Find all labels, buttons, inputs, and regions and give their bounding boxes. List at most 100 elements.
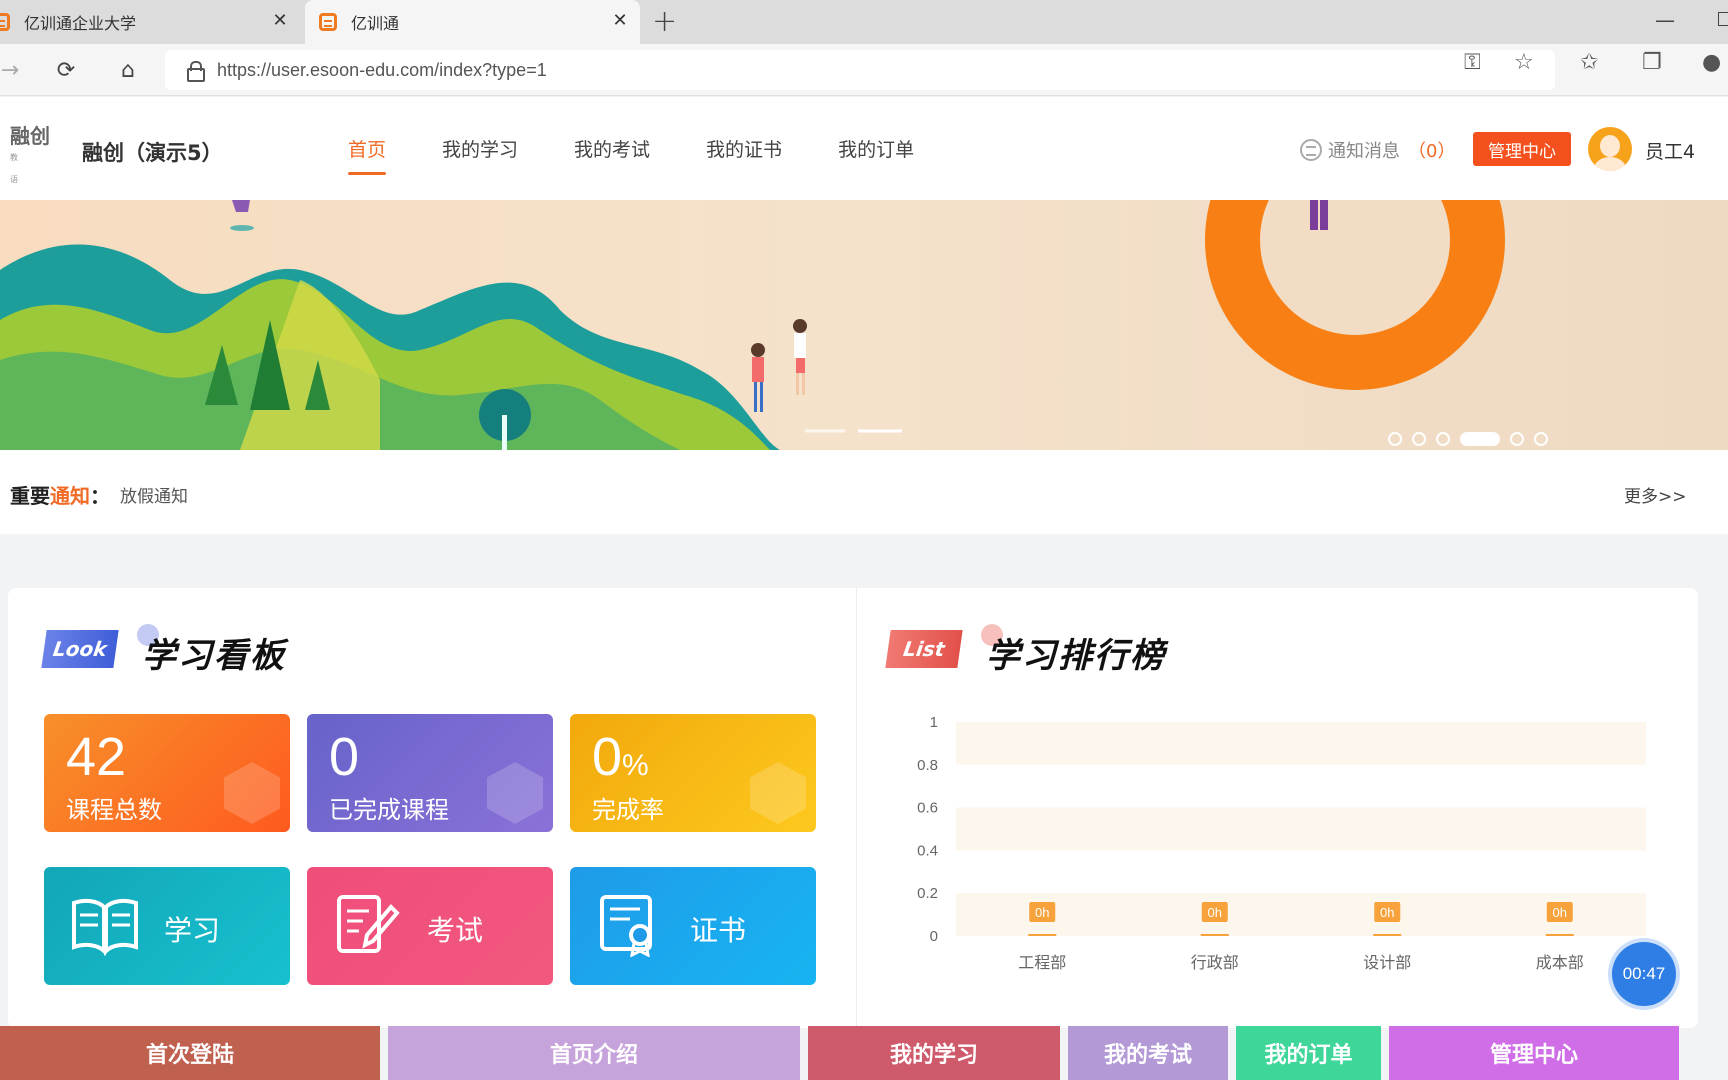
data-label: 0h	[1208, 905, 1222, 920]
exam-icon	[337, 895, 400, 953]
notice-item-link[interactable]: 放假通知	[120, 482, 188, 507]
banner-carousel[interactable]	[0, 200, 1728, 450]
nav-my-learning[interactable]: 我的学习	[442, 135, 518, 175]
admin-center-button[interactable]: 管理中心	[1473, 132, 1571, 166]
guide-button[interactable]: 管理中心	[1389, 1026, 1679, 1080]
browser-tab-title: 亿训通企业大学	[24, 14, 137, 33]
stat-completion-rate[interactable]: 0% 完成率	[570, 714, 816, 832]
data-label: 0h	[1553, 905, 1567, 920]
carousel-dots	[1388, 432, 1558, 446]
notice-title-part: 重要	[10, 484, 50, 508]
guide-button[interactable]: 首次登陆	[0, 1026, 380, 1080]
stat-value: 0%	[592, 727, 649, 787]
y-tick-label: 0	[930, 928, 938, 945]
data-label: 0h	[1380, 905, 1394, 920]
nav-my-certificates[interactable]: 我的证书	[706, 135, 782, 175]
site-header: 融创 教 语 融创（演示5） 首页 我的学习 我的考试 我的证书 我的订单 通知…	[0, 97, 1728, 200]
more-link[interactable]: 更多>>	[1624, 482, 1687, 507]
avatar[interactable]	[1588, 127, 1632, 171]
chart-band	[956, 893, 1646, 936]
carousel-dot[interactable]	[1388, 432, 1402, 446]
site-favicon-icon	[319, 13, 337, 31]
notification-label: 通知消息	[1328, 141, 1400, 162]
guide-button[interactable]: 我的学习	[808, 1026, 1060, 1080]
browser-toolbar: → ⟳ ⌂ https://user.esoon-edu.com/index?t…	[0, 44, 1728, 96]
carousel-dot[interactable]	[1412, 432, 1426, 446]
restore-icon[interactable]	[1718, 12, 1728, 26]
certificate-icon	[600, 895, 652, 957]
stat-value: 42	[66, 727, 127, 787]
banner-illustration	[0, 200, 1505, 450]
x-tick-label: 行政部	[1191, 953, 1239, 972]
chart-band	[956, 807, 1646, 851]
nav-my-orders[interactable]: 我的订单	[838, 135, 914, 175]
chart-bar	[1373, 934, 1402, 936]
close-tab-icon[interactable]: ✕	[608, 10, 632, 31]
browser-tab-title: 亿训通	[351, 14, 400, 33]
user-name[interactable]: 员工4	[1645, 137, 1695, 164]
y-tick-label: 0.8	[917, 757, 938, 774]
notice-title-highlight: 通知	[50, 484, 90, 508]
browser-tab-1[interactable]: 亿训通企业大学 ✕	[0, 0, 300, 44]
close-tab-icon[interactable]: ✕	[268, 10, 292, 31]
reload-icon[interactable]: ⟳	[52, 56, 80, 84]
stat-total-courses[interactable]: 42 课程总数	[44, 714, 290, 832]
chart-bar	[1200, 934, 1229, 936]
y-tick-label: 1	[930, 714, 938, 731]
carousel-dot[interactable]	[1460, 432, 1500, 446]
notification-count: （0）	[1408, 141, 1456, 162]
forward-icon[interactable]: →	[0, 56, 24, 84]
nav-home[interactable]: 首页	[348, 135, 387, 175]
x-tick-label: 成本部	[1536, 953, 1584, 972]
certificate-tile[interactable]: 证书	[570, 867, 816, 985]
hexagon-icon	[487, 762, 543, 824]
y-tick-label: 0.2	[917, 885, 938, 902]
list-badge: List	[885, 630, 963, 668]
site-favicon-icon	[0, 13, 10, 31]
session-timer[interactable]: 00:47	[1612, 942, 1676, 1006]
tile-label: 学习	[164, 914, 221, 947]
guide-button[interactable]: 首页介绍	[388, 1026, 800, 1080]
bottom-guide-bar: 首次登陆 首页介绍 我的学习 我的考试 我的订单 管理中心	[0, 1026, 1728, 1080]
list-badge-text: List	[901, 637, 947, 661]
x-tick-label: 工程部	[1018, 953, 1066, 972]
collections-icon[interactable]: ❐	[1642, 50, 1662, 75]
guide-button[interactable]: 我的考试	[1068, 1026, 1228, 1080]
notification-link[interactable]: 通知消息 （0）	[1300, 137, 1455, 163]
y-tick-label: 0.4	[917, 842, 938, 859]
study-tile[interactable]: 学习	[44, 867, 290, 985]
stat-value: 0	[329, 727, 360, 787]
carousel-dot[interactable]	[1534, 432, 1548, 446]
exam-tile[interactable]: 考试	[307, 867, 553, 985]
chart-band	[956, 722, 1646, 765]
message-icon	[1300, 139, 1322, 161]
carousel-dot[interactable]	[1436, 432, 1450, 446]
notice-bar: 重要通知： 放假通知 更多>>	[0, 450, 1728, 534]
new-tab-icon[interactable]: +	[652, 4, 677, 39]
ranking-chart: 0 0.2 0.4 0.6 0.8 1 0h 工程部 0h 行政部 0h 设计部 0h 成本部	[910, 700, 1670, 980]
chart-bar	[1545, 934, 1574, 936]
logo-text: 融创	[10, 124, 50, 148]
home-icon[interactable]: ⌂	[114, 56, 142, 84]
guide-button[interactable]: 我的订单	[1236, 1026, 1381, 1080]
data-label: 0h	[1035, 905, 1049, 920]
profile-icon[interactable]: ●	[1702, 50, 1721, 75]
address-bar[interactable]: https://user.esoon-edu.com/index?type=1	[165, 50, 1555, 90]
tile-label: 考试	[427, 914, 484, 947]
notice-title: 重要通知：	[10, 480, 110, 509]
minimize-icon[interactable]: —	[1655, 8, 1675, 32]
ranking-title: 学习排行榜	[986, 636, 1166, 676]
stat-completed-courses[interactable]: 0 已完成课程	[307, 714, 553, 832]
hexagon-icon	[224, 762, 280, 824]
carousel-dot[interactable]	[1510, 432, 1524, 446]
add-favorite-icon[interactable]: ☆	[1514, 50, 1534, 75]
brand-logo[interactable]: 融创 教 语	[10, 125, 56, 191]
look-badge-text: Look	[51, 637, 109, 661]
nav-my-exams[interactable]: 我的考试	[574, 135, 650, 175]
card-divider	[856, 588, 857, 1028]
browser-tab-2[interactable]: 亿训通 ✕	[305, 0, 640, 44]
notice-title-colon: ：	[90, 484, 110, 508]
favorites-icon[interactable]: ✩	[1580, 50, 1598, 75]
brand-name: 融创（演示5）	[82, 141, 223, 165]
key-icon[interactable]: ⚿	[1464, 50, 1481, 75]
